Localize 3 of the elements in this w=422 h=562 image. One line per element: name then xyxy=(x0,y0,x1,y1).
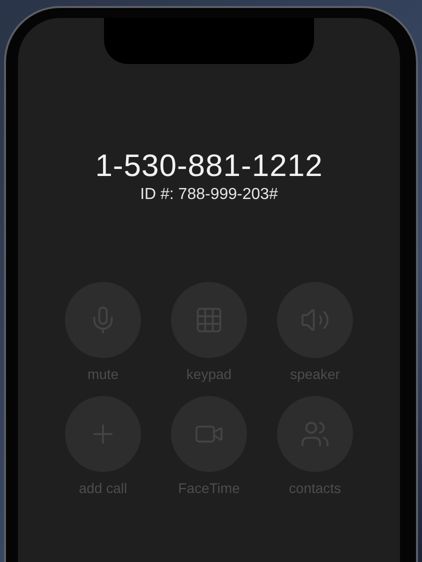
phone-number: 1-530-881-1212 xyxy=(95,148,323,184)
caller-id: ID #: 788-999-203# xyxy=(140,186,278,204)
people-icon xyxy=(300,419,330,449)
